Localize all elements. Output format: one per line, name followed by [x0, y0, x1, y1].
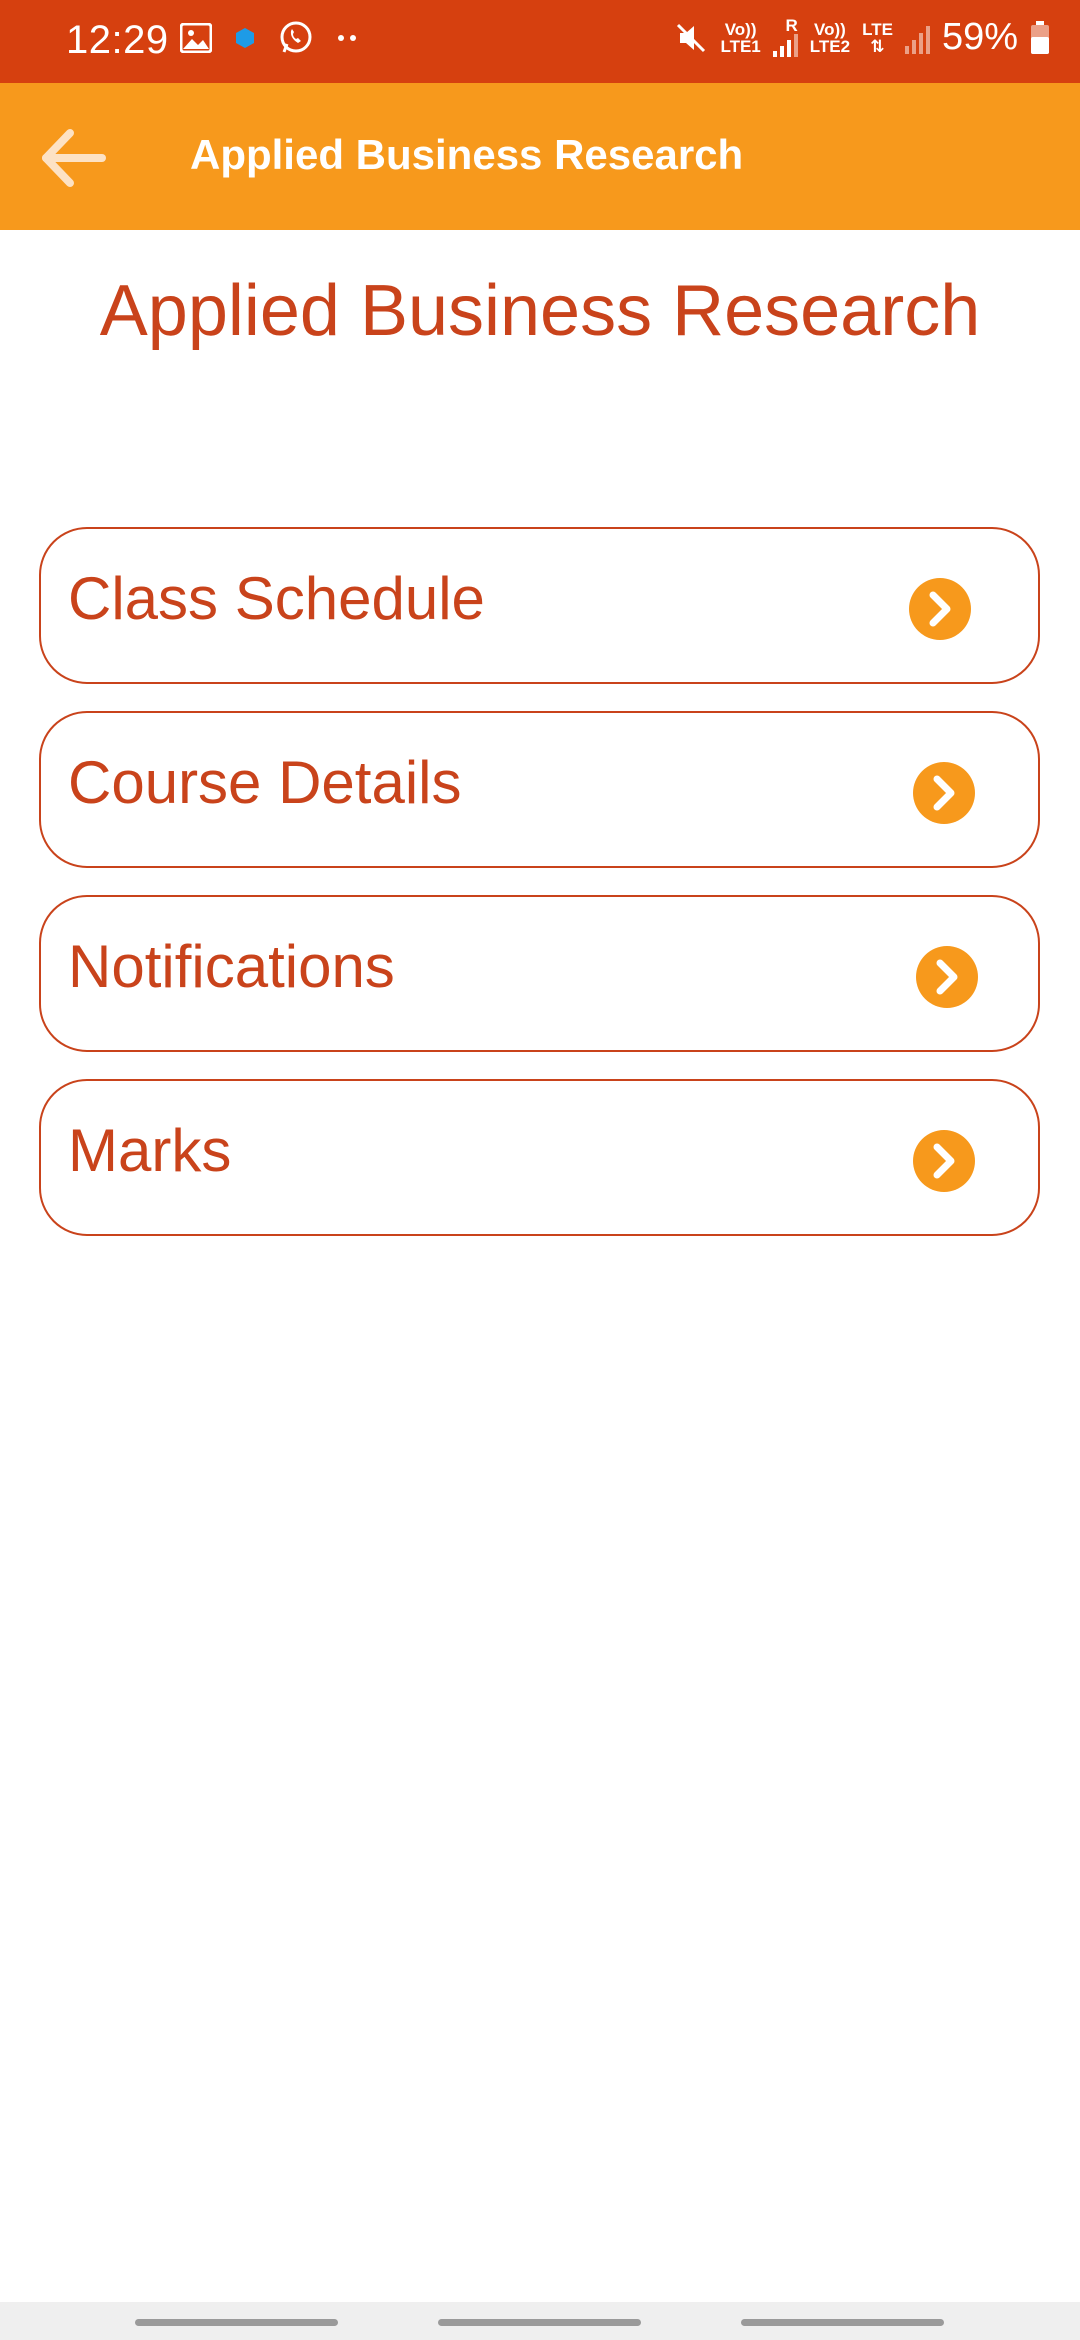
- notification-dot-icon: [236, 28, 254, 48]
- app-bar-title: Applied Business Research: [190, 131, 744, 178]
- menu-item-label: Marks: [68, 1117, 232, 1184]
- battery-icon: [1031, 20, 1049, 54]
- course-details-button[interactable]: Course Details: [39, 711, 1040, 868]
- battery-percent: 59%: [941, 16, 1018, 58]
- menu-item-label: Course Details: [68, 749, 462, 816]
- sim1-signal: R: [772, 15, 798, 57]
- status-bar: 12:29 Vo)) LTE1 R Vo)) LTE2 LTE ⇅ 59%: [0, 0, 1080, 83]
- status-time: 12:29: [66, 18, 169, 62]
- sim2-indicator: Vo)) LTE2: [810, 21, 850, 55]
- signal-icon: [772, 33, 798, 57]
- nav-home-pill[interactable]: [438, 2319, 641, 2326]
- data-indicator: LTE ⇅: [862, 21, 893, 55]
- chevron-right-circle-icon: [913, 1130, 975, 1192]
- nav-recents-pill[interactable]: [135, 2319, 338, 2326]
- marks-button[interactable]: Marks: [39, 1079, 1040, 1236]
- more-dots-icon: [338, 35, 356, 41]
- arrow-left-icon: [42, 129, 106, 187]
- menu-item-label: Class Schedule: [68, 565, 485, 632]
- status-left-icons: [180, 20, 360, 56]
- status-right-icons: Vo)) LTE1 R Vo)) LTE2 LTE ⇅ 59%: [674, 16, 1050, 59]
- page-title: Applied Business Research: [99, 271, 981, 351]
- menu-item-label: Notifications: [68, 933, 395, 1000]
- chevron-right-circle-icon: [916, 946, 978, 1008]
- mute-icon: [677, 23, 706, 52]
- menu-list: Class Schedule Course Details Notificati…: [39, 527, 1040, 1263]
- whatsapp-icon: [280, 21, 312, 53]
- sim2-label-bottom: LTE2: [809, 36, 851, 56]
- chevron-right-circle-icon: [913, 762, 975, 824]
- system-nav-bar: [0, 2302, 1080, 2340]
- sim1-label-bottom: LTE1: [720, 36, 761, 56]
- nav-back-pill[interactable]: [741, 2319, 944, 2326]
- back-button[interactable]: [38, 123, 108, 193]
- screen: 12:29 Vo)) LTE1 R Vo)) LTE2 LTE ⇅ 59% Ap…: [0, 0, 1080, 2340]
- sim1-label-top: Vo)): [724, 19, 757, 39]
- data-label: LTE: [862, 19, 893, 39]
- chevron-right-circle-icon: [909, 578, 971, 640]
- sim1-indicator: Vo)) LTE1: [720, 21, 760, 55]
- app-bar: Applied Business Research: [0, 83, 1080, 230]
- roaming-label: R: [785, 15, 798, 35]
- gallery-icon: [180, 23, 212, 53]
- class-schedule-button[interactable]: Class Schedule: [39, 527, 1040, 684]
- sim2-label-top: Vo)): [814, 19, 846, 39]
- notifications-button[interactable]: Notifications: [39, 895, 1040, 1052]
- signal-icon: [904, 22, 930, 54]
- data-arrows-icon: ⇅: [870, 36, 885, 56]
